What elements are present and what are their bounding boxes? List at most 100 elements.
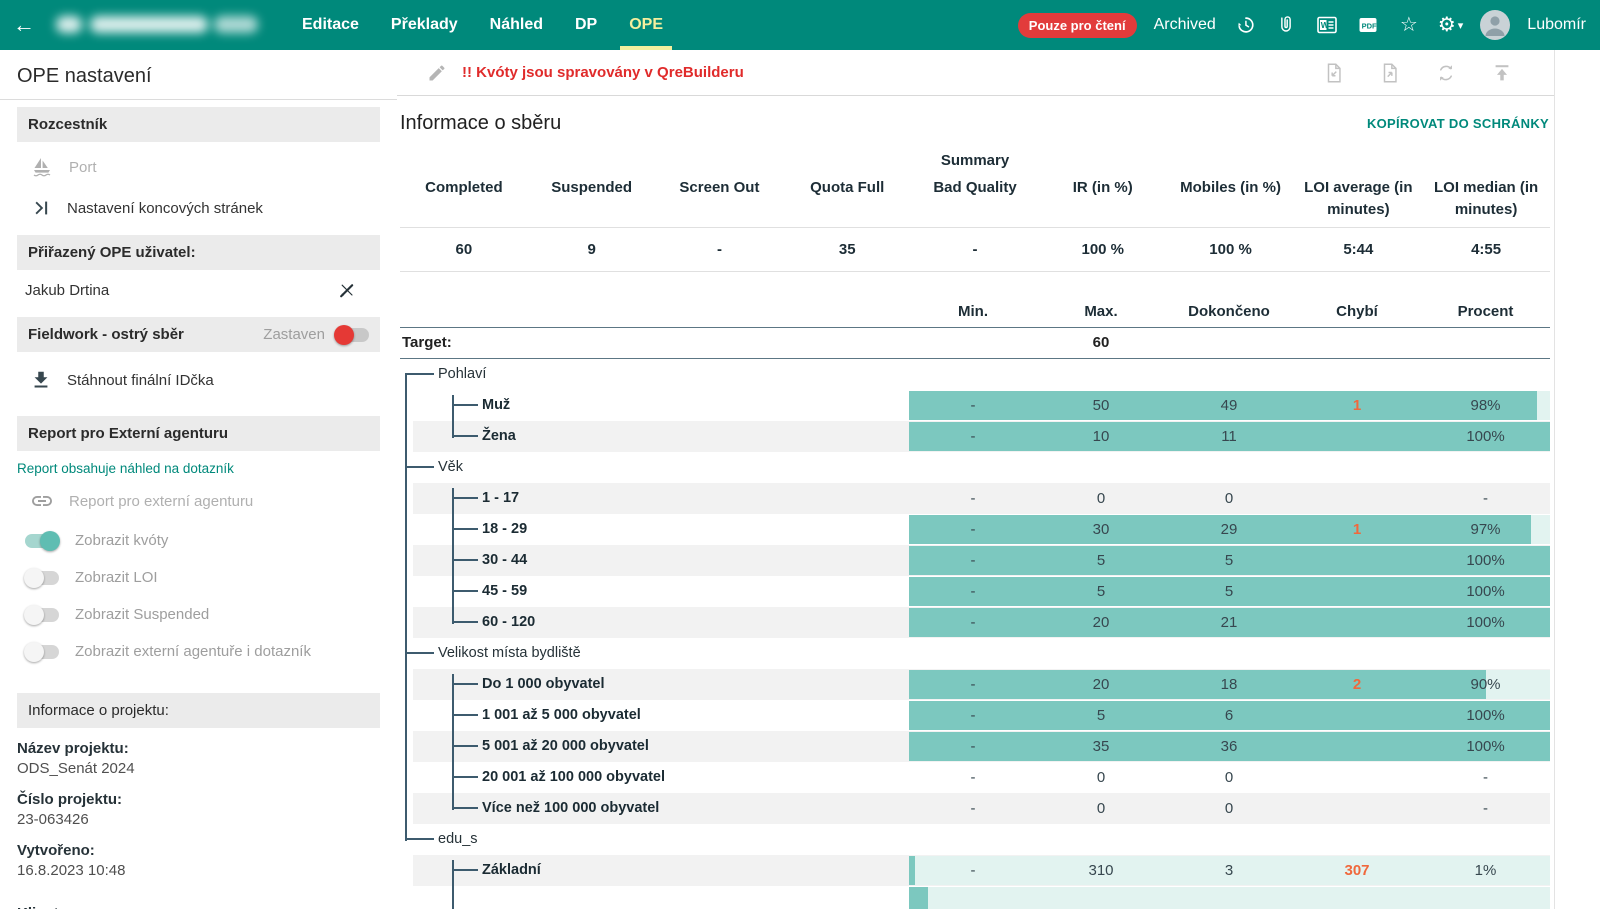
toggle-show-questionnaire-switch[interactable]: [25, 645, 59, 659]
cell-percent: 90%: [1421, 669, 1550, 700]
history-restore-icon[interactable]: [1233, 13, 1257, 37]
cell-percent: 100%: [1421, 731, 1550, 762]
quota-group-label: Věk: [438, 452, 463, 483]
toggle-label: Zobrazit kvóty: [75, 532, 168, 549]
sidebar: OPE nastavení Rozcestník Port Nastavení …: [0, 50, 397, 909]
main-panel: !! Kvóty jsou spravovány v QreBuilderu I…: [397, 50, 1555, 909]
summary-table: Summary Completed Suspended Screen Out Q…: [400, 152, 1550, 272]
quota-row-label: Více než 100 000 obyvatel: [482, 793, 659, 824]
cell-max: 30: [1037, 514, 1165, 545]
quota-group-label: Velikost místa bydliště: [438, 638, 581, 669]
avatar[interactable]: [1480, 10, 1510, 40]
tree-branch-line: [452, 860, 454, 909]
copy-to-clipboard-button[interactable]: KOPÍROVAT DO SCHRÁNKY: [1367, 116, 1549, 131]
skip-end-icon: [30, 197, 52, 219]
upload-icon[interactable]: [1490, 61, 1514, 85]
page-title: OPE nastavení: [0, 50, 397, 100]
tab-preklady[interactable]: Překlady: [378, 0, 471, 50]
quota-row: Muž - 50 49 1 98%: [400, 390, 1550, 421]
field-label: Vytvořeno:: [17, 842, 380, 859]
section-rozcestnik: Rozcestník: [17, 107, 380, 142]
cell-missing: 1: [1293, 390, 1421, 421]
sidebar-item-koncove-stranky[interactable]: Nastavení koncových stránek: [0, 188, 397, 228]
col-procent: Procent: [1421, 303, 1550, 320]
cell-min: -: [909, 731, 1037, 762]
project-field: Název projektu: ODS_Senát 2024: [0, 733, 397, 784]
sync-icon[interactable]: [1434, 61, 1458, 85]
cell-max: 20: [1037, 669, 1165, 700]
quota-row: 45 - 59 - 5 5 100%: [400, 576, 1550, 607]
file-export-icon[interactable]: [1378, 61, 1402, 85]
cell-min: -: [909, 483, 1037, 514]
summary-value: 100 %: [1167, 228, 1295, 271]
report-preview-note[interactable]: Report obsahuje náhled na dotazník: [0, 451, 397, 480]
settings-menu[interactable]: ⚙ ▾: [1438, 15, 1463, 35]
section-project-info: Informace o projektu:: [17, 693, 380, 728]
file-import-icon[interactable]: [1322, 61, 1346, 85]
summary-value: 35: [783, 228, 911, 271]
quota-group-row: Pohlaví: [400, 359, 1550, 390]
quota-row: 1 001 až 5 000 obyvatel - 5 6 100%: [400, 700, 1550, 731]
summary-col: IR (in %): [1039, 177, 1167, 221]
summary-col: Screen Out: [656, 177, 784, 221]
cell-missing: 307: [1293, 855, 1421, 886]
section-external-report: Report pro Externí agenturu: [17, 416, 380, 451]
tree-branch-line: [452, 488, 454, 624]
archived-label: Archived: [1154, 16, 1216, 34]
summary-value: -: [656, 228, 784, 271]
fieldwork-toggle[interactable]: [335, 328, 369, 342]
cell-percent: 98%: [1421, 390, 1550, 421]
cell-done: 11: [1165, 421, 1293, 452]
tab-editace[interactable]: Editace: [289, 0, 372, 50]
chevron-down-icon: ▾: [1458, 19, 1464, 32]
quota-row-label: 20 001 až 100 000 obyvatel: [482, 762, 665, 793]
tab-nahled[interactable]: Náhled: [477, 0, 556, 50]
toggle-show-suspended-switch[interactable]: [25, 608, 59, 622]
cell-min: -: [909, 607, 1037, 638]
summary-title: Summary: [400, 152, 1550, 169]
download-final-ids-button[interactable]: Stáhnout finální IDčka: [0, 360, 397, 400]
paperclip-icon[interactable]: [1274, 13, 1298, 37]
tree-branch-line: [452, 395, 454, 438]
cell-missing: 2: [1293, 669, 1421, 700]
quota-toolbar: !! Kvóty jsou spravovány v QreBuilderu: [397, 50, 1554, 96]
quota-row-label: Žena: [482, 421, 516, 452]
target-label: Target:: [402, 334, 452, 351]
svg-text:PDF: PDF: [1361, 22, 1376, 31]
cell-min: -: [909, 390, 1037, 421]
star-icon[interactable]: ☆: [1397, 13, 1421, 37]
back-arrow-icon[interactable]: ←: [0, 12, 48, 38]
cell-done: 18: [1165, 669, 1293, 700]
tree-branch-line: [452, 674, 454, 810]
edit-off-icon[interactable]: [337, 280, 357, 300]
external-report-link[interactable]: Report pro externí agenturu: [0, 480, 397, 522]
quota-row-label: Muž: [482, 390, 510, 421]
cell-min: -: [909, 855, 1037, 886]
pdf-file-icon[interactable]: PDF: [1356, 13, 1380, 37]
sidebar-item-label: Nastavení koncových stránek: [67, 200, 263, 217]
toggle-show-quotas-switch[interactable]: [25, 534, 59, 548]
cell-max: 50: [1037, 390, 1165, 421]
toggle-label: Zobrazit externí agentuře i dotazník: [75, 643, 311, 660]
external-report-link-label: Report pro externí agenturu: [69, 493, 253, 510]
cell-percent: 100%: [1421, 545, 1550, 576]
summary-value: -: [911, 228, 1039, 271]
sidebar-item-port[interactable]: Port: [0, 146, 397, 188]
svg-text:W: W: [1321, 20, 1330, 30]
word-file-icon[interactable]: W: [1315, 13, 1339, 37]
main-nav: Editace Překlady Náhled DP OPE: [289, 0, 676, 50]
col-min: Min.: [909, 303, 1037, 320]
toggle-show-loi-switch[interactable]: [25, 571, 59, 585]
tab-dp[interactable]: DP: [562, 0, 610, 50]
tab-ope[interactable]: OPE: [616, 0, 676, 50]
cell-percent: 100%: [1421, 607, 1550, 638]
cell-min: -: [909, 421, 1037, 452]
cell-percent: 100%: [1421, 576, 1550, 607]
cell-done: 0: [1165, 483, 1293, 514]
toggle-label: Zobrazit Suspended: [75, 606, 209, 623]
pencil-icon[interactable]: [427, 63, 447, 83]
quota-row: 5 001 až 20 000 obyvatel - 35 36 100%: [400, 731, 1550, 762]
summary-col: LOI median (in minutes): [1422, 177, 1550, 221]
toggle-show-quotas: Zobrazit kvóty: [0, 522, 397, 559]
quota-group-label: edu_s: [438, 824, 478, 855]
